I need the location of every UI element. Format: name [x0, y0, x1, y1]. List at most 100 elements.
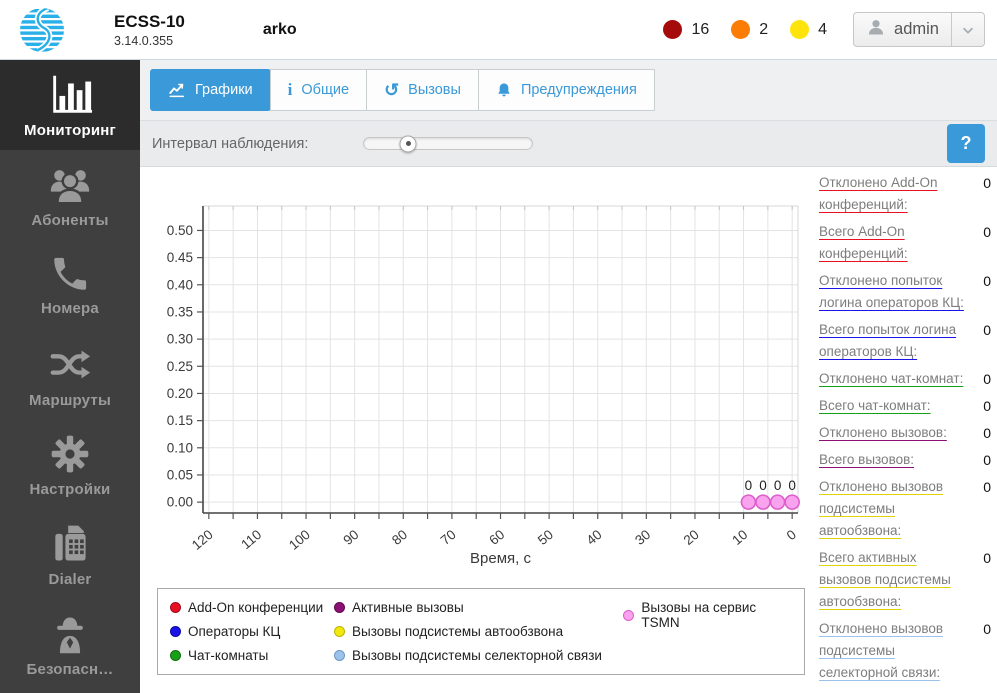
- sidebar-item-label: Абоненты: [31, 212, 109, 229]
- stat-link[interactable]: Отклонено вызовов подсистемы автообзвона…: [819, 476, 967, 542]
- legend-label: Активные вызовы: [351, 600, 464, 615]
- cluster-name: arko: [262, 20, 297, 38]
- stat-link[interactable]: Всего активных вызовов подсистемы селект…: [819, 689, 967, 693]
- tab-label: Общие: [301, 82, 350, 98]
- alert-counter-critical[interactable]: 16: [663, 20, 709, 39]
- stat-link[interactable]: Отклонено вызовов:: [819, 422, 967, 444]
- stat-row: Всего Add-On конференций: 0: [819, 221, 991, 265]
- fax-icon: [48, 522, 92, 566]
- stat-link[interactable]: Всего чат-комнат:: [819, 395, 967, 417]
- sidebar-item-label: Мониторинг: [24, 122, 116, 139]
- tab-general[interactable]: i Общие: [269, 69, 368, 111]
- stat-link[interactable]: Отклонено чат-комнат:: [819, 368, 967, 390]
- svg-text:120: 120: [189, 527, 216, 553]
- stat-value: 0: [983, 322, 991, 338]
- alert-count: 2: [759, 20, 769, 38]
- stat-link[interactable]: Всего попыток логина операторов КЦ:: [819, 319, 967, 363]
- legend-item: Вызовы подсистемы автообзвона: [333, 624, 623, 639]
- tab-label: Графики: [195, 82, 253, 98]
- stat-value: 0: [983, 398, 991, 414]
- interval-label: Интервал наблюдения:: [152, 135, 309, 152]
- sidebar-item-label: Dialer: [48, 571, 92, 588]
- alert-count: 4: [818, 20, 828, 38]
- sidebar-item-monitoring[interactable]: Мониторинг: [0, 60, 140, 150]
- alert-counter-minor[interactable]: 4: [790, 20, 827, 39]
- tab-calls[interactable]: ↺ Вызовы: [366, 69, 479, 111]
- alert-counter-major[interactable]: 2: [731, 20, 768, 39]
- spy-icon: [48, 612, 92, 656]
- svg-text:100: 100: [286, 527, 313, 553]
- stat-value: 0: [983, 479, 991, 495]
- legend-marker-icon: [333, 602, 345, 613]
- legend-item: Вызовы на сервис TSMN: [623, 600, 792, 630]
- stat-link[interactable]: Всего активных вызовов подсистемы автооб…: [819, 547, 967, 613]
- sidebar-item-routes[interactable]: Маршруты: [0, 330, 140, 420]
- slider-handle[interactable]: [399, 135, 417, 152]
- sidebar-item-security[interactable]: Безопасн…: [0, 600, 140, 690]
- svg-text:0.35: 0.35: [167, 304, 193, 319]
- svg-text:90: 90: [340, 527, 361, 548]
- legend-marker-icon: [623, 609, 635, 621]
- shuffle-icon: [47, 341, 93, 387]
- stat-link[interactable]: Отклонено вызовов подсистемы селекторной…: [819, 618, 967, 684]
- svg-text:0.40: 0.40: [167, 277, 193, 292]
- stat-row: Отклонено вызовов: 0: [819, 422, 991, 444]
- app-version: 3.14.0.355: [114, 33, 174, 48]
- info-icon: i: [287, 80, 293, 99]
- legend-marker-icon: [170, 650, 181, 661]
- user-menu-button[interactable]: admin: [853, 12, 985, 47]
- svg-text:0.10: 0.10: [167, 440, 193, 455]
- svg-text:0: 0: [784, 527, 799, 543]
- stat-link[interactable]: Всего Add-On конференций:: [819, 221, 967, 265]
- users-icon: [47, 161, 93, 207]
- stat-row: Всего чат-комнат: 0: [819, 395, 991, 417]
- sidebar-item-dialer[interactable]: Dialer: [0, 510, 140, 600]
- svg-text:0.45: 0.45: [167, 250, 193, 265]
- svg-text:Время, с: Время, с: [470, 550, 531, 567]
- history-icon: ↺: [384, 80, 400, 100]
- svg-text:0.30: 0.30: [167, 332, 193, 347]
- alert-dot-major-icon: [731, 20, 751, 39]
- stat-row: Всего попыток логина операторов КЦ: 0: [819, 319, 991, 363]
- tab-alerts[interactable]: Предупреждения: [477, 69, 655, 111]
- svg-text:0.15: 0.15: [167, 413, 193, 428]
- svg-text:0: 0: [774, 478, 782, 493]
- tab-charts[interactable]: Графики: [150, 69, 271, 111]
- alert-counters: 16 2 4: [651, 20, 827, 39]
- chevron-down-icon[interactable]: [951, 13, 984, 46]
- svg-text:0.05: 0.05: [167, 467, 193, 482]
- legend-column: Активные вызовы Вызовы подсистемы автообз…: [333, 600, 623, 663]
- stat-value: 0: [983, 425, 991, 441]
- stat-value: 0: [983, 550, 991, 566]
- chart: 0.00 0.05 0.10 0.15 0.20 0.25 0.30 0.35 0.40 0.45…: [148, 201, 810, 586]
- gear-icon: [48, 432, 92, 476]
- stat-value: 0: [983, 689, 991, 693]
- legend-label: Вызовы на сервис TSMN: [641, 600, 757, 630]
- stat-link[interactable]: Отклонено попыток логина операторов КЦ:: [819, 270, 967, 314]
- legend-label: Чат-комнаты: [188, 648, 269, 663]
- legend-column: Вызовы на сервис TSMN: [623, 600, 792, 663]
- main-area: Графики i Общие ↺ Вызовы Предупреждения Интер…: [140, 60, 997, 693]
- alert-count: 16: [691, 20, 710, 38]
- stat-link[interactable]: Отклонено Add-On конференций:: [819, 172, 967, 216]
- svg-text:60: 60: [486, 527, 507, 548]
- svg-text:0.00: 0.00: [167, 495, 193, 510]
- interval-slider[interactable]: [363, 135, 534, 152]
- chart-legend: Add-On конференции Операторы КЦ Чат-комнат…: [157, 588, 805, 675]
- stat-value: 0: [983, 452, 991, 468]
- sidebar-item-settings[interactable]: Настройки: [0, 420, 140, 510]
- stat-row: Всего активных вызовов подсистемы селект…: [819, 689, 991, 693]
- help-button[interactable]: ?: [947, 124, 985, 163]
- sidebar-item-numbers[interactable]: Номера: [0, 240, 140, 330]
- sidebar-item-label: Безопасн…: [26, 661, 114, 678]
- sidebar-item-label: Номера: [41, 300, 99, 317]
- legend-column: Add-On конференции Операторы КЦ Чат-комнат…: [170, 600, 334, 663]
- legend-marker-icon: [170, 602, 181, 613]
- tab-label: Предупреждения: [520, 82, 637, 98]
- tab-label: Вызовы: [408, 82, 461, 98]
- stat-link[interactable]: Всего вызовов:: [819, 449, 967, 471]
- sidebar-item-subscribers[interactable]: Абоненты: [0, 150, 140, 240]
- bar-chart-icon: [47, 71, 93, 117]
- alert-dot-critical-icon: [663, 20, 683, 39]
- stat-row: Отклонено попыток логина операторов КЦ: 0: [819, 270, 991, 314]
